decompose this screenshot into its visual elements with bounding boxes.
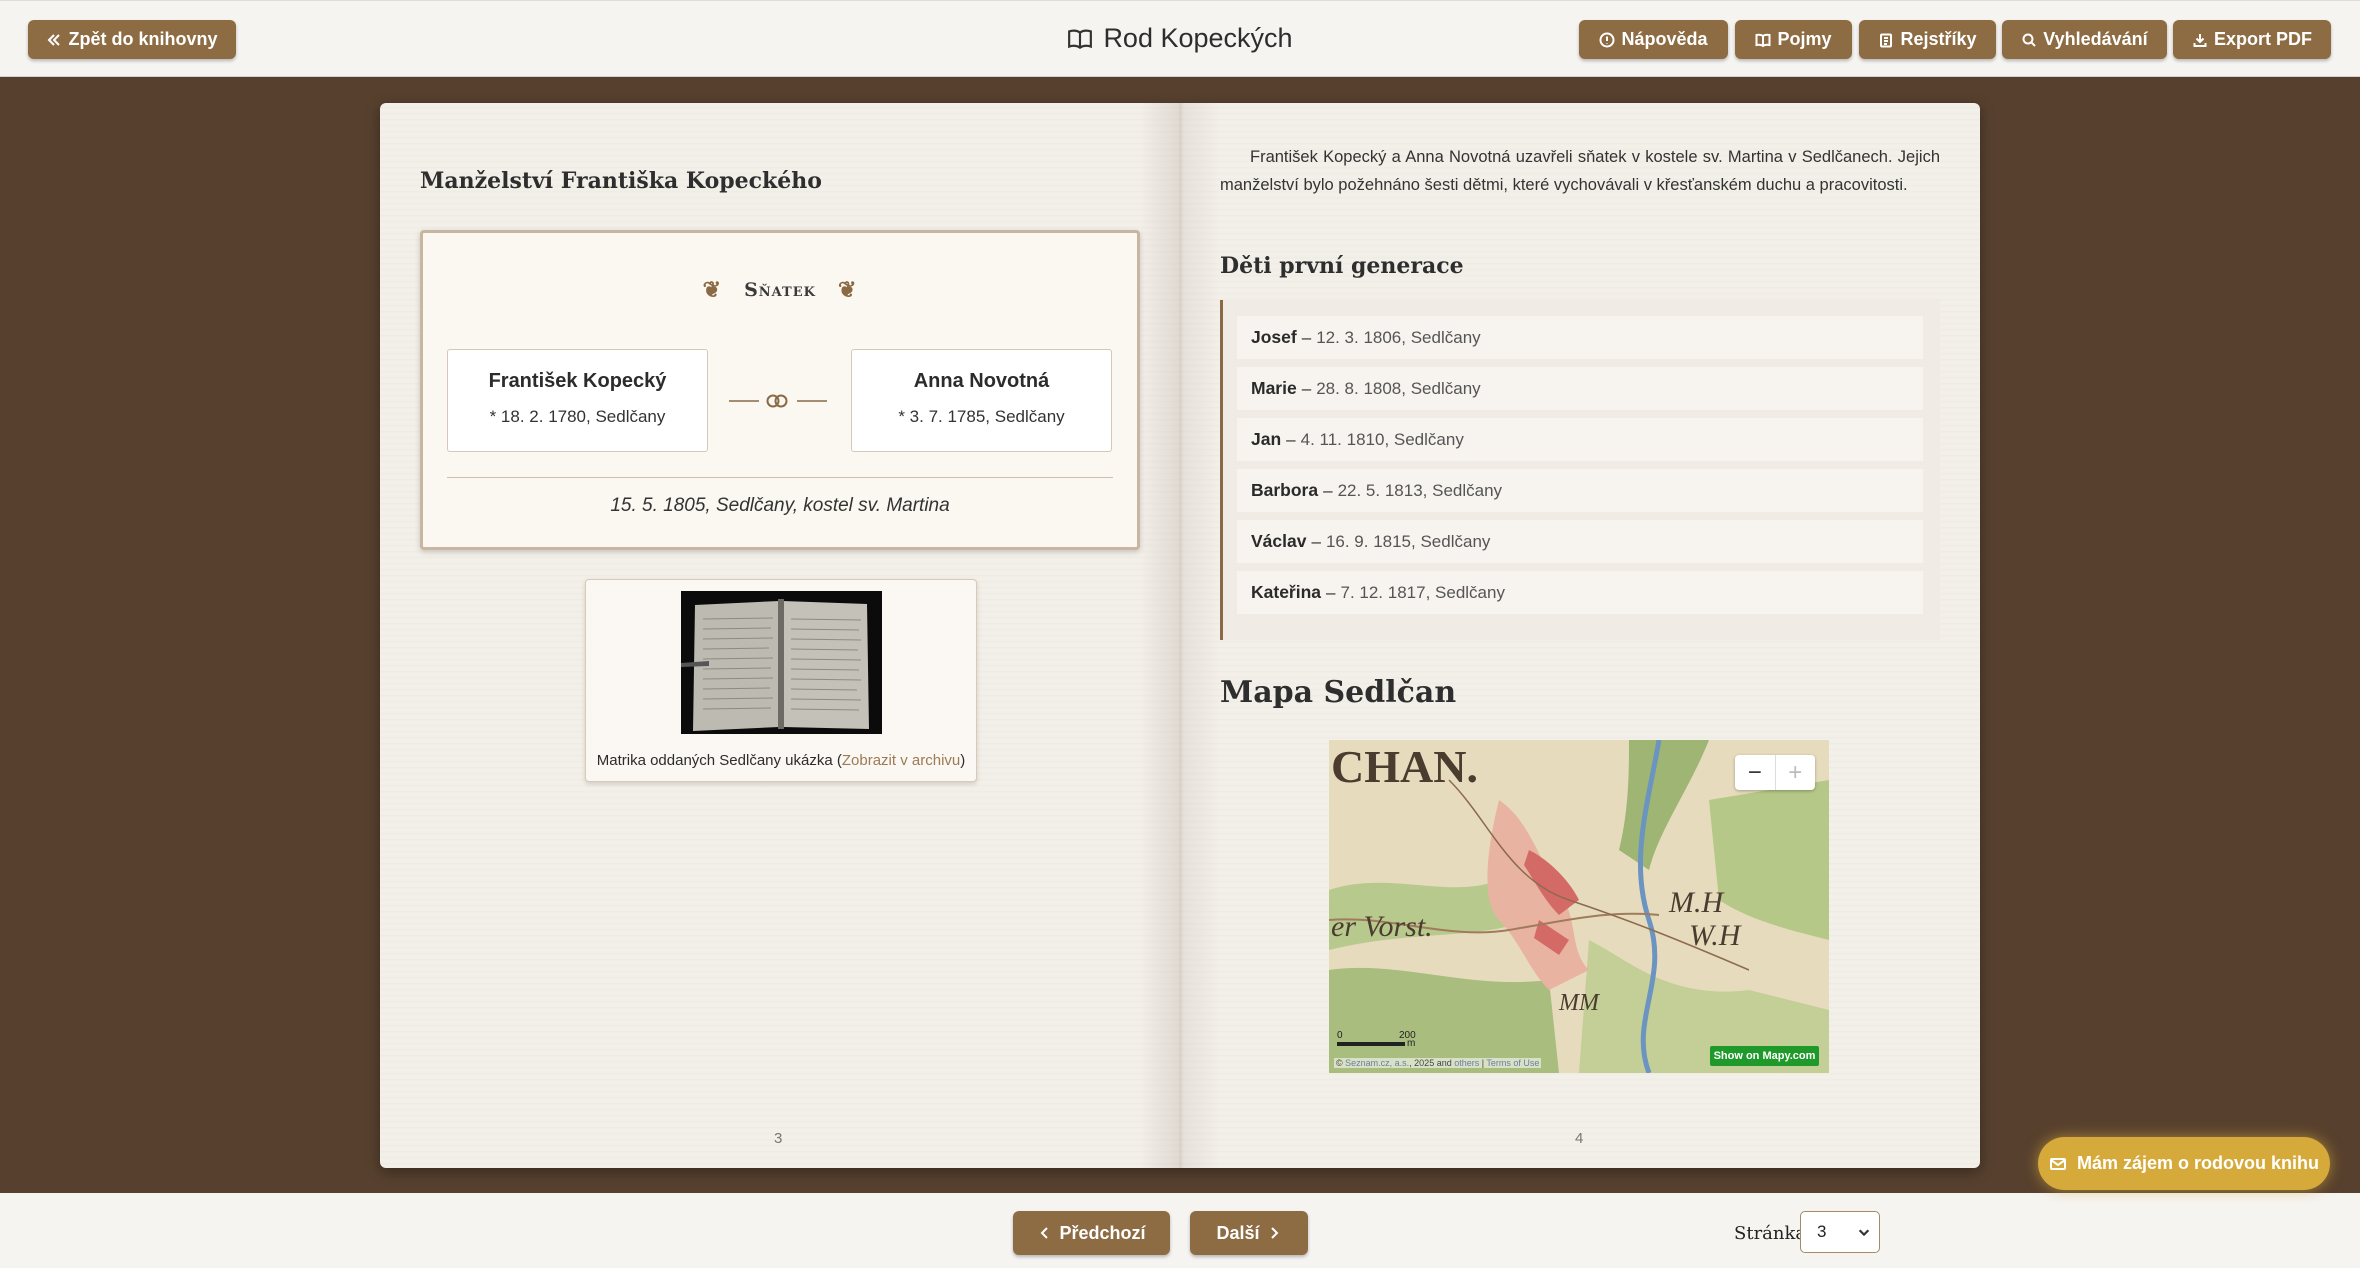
map-scale: 0 200 m	[1335, 1030, 1416, 1050]
child-item: Barbora –22. 5. 1813, Sedlčany	[1237, 469, 1923, 512]
wife-card[interactable]: Anna Novotná * 3. 7. 1785, Sedlčany	[851, 349, 1112, 452]
right-page: František Kopecký a Anna Novotná uzavřel…	[1180, 103, 1980, 1168]
svg-text:M.H: M.H	[1668, 886, 1725, 919]
page-number-right: 4	[1575, 1130, 1584, 1147]
page-select[interactable]: 3	[1800, 1211, 1880, 1253]
card-divider	[447, 477, 1113, 478]
bottom-bar: Předchozí Další Stránka 3	[0, 1193, 2360, 1268]
child-info: 4. 11. 1810, Sedlčany	[1300, 429, 1464, 449]
left-page: Manželství Františka Kopeckého ❦ Sňatek …	[380, 103, 1180, 1168]
next-label: Další	[1216, 1222, 1260, 1243]
child-item: Jan –4. 11. 1810, Sedlčany	[1237, 418, 1923, 461]
search-label: Vyhledávání	[2043, 29, 2148, 49]
map-zoom-controls: − +	[1735, 755, 1815, 790]
archive-link[interactable]: Zobrazit v archivu	[842, 752, 960, 769]
chevron-right-icon	[1270, 1227, 1278, 1239]
child-info: 22. 5. 1813, Sedlčany	[1337, 480, 1503, 500]
download-icon	[2193, 33, 2207, 47]
zoom-in-button[interactable]: +	[1774, 755, 1816, 790]
book-spread: Manželství Františka Kopeckého ❦ Sňatek …	[380, 103, 1980, 1168]
child-info: 16. 9. 1815, Sedlčany	[1325, 531, 1491, 551]
open-book-icon	[1068, 29, 1093, 49]
husband-card[interactable]: František Kopecký * 18. 2. 1780, Sedlčan…	[447, 349, 708, 452]
fleuron-icon: ❦	[837, 277, 858, 303]
child-info: 28. 8. 1808, Sedlčany	[1316, 378, 1481, 398]
export-pdf-label: Export PDF	[2213, 29, 2312, 49]
copyright-mid: , 2025 and	[1409, 1058, 1455, 1068]
child-item: Kateřina –7. 12. 1817, Sedlčany	[1237, 571, 1923, 614]
index-label: Rejstříky	[1900, 29, 1977, 49]
section-heading: Manželství Františka Kopeckého	[420, 168, 822, 194]
help-label: Nápověda	[1621, 29, 1708, 49]
marriage-label-text: Sňatek	[744, 279, 816, 301]
fleuron-icon: ❦	[702, 277, 723, 303]
clipboard-list-icon	[1880, 33, 1893, 47]
svg-text:MM: MM	[1558, 990, 1601, 1016]
svg-text:CHAN.: CHAN.	[1331, 741, 1478, 792]
register-caption-end: )	[960, 752, 966, 769]
wife-birth: * 3. 7. 1785, Sedlčany	[898, 407, 1065, 426]
next-page-button[interactable]: Další	[1190, 1211, 1308, 1255]
child-item: Marie –28. 8. 1808, Sedlčany	[1237, 367, 1923, 410]
child-info: 12. 3. 1806, Sedlčany	[1316, 327, 1481, 347]
search-icon	[2022, 33, 2037, 47]
husband-birth: * 18. 2. 1780, Sedlčany	[489, 407, 666, 426]
husband-name: František Kopecký	[488, 370, 667, 392]
previous-label: Předchozí	[1059, 1222, 1146, 1243]
page-number-left: 3	[774, 1130, 783, 1147]
child-name: Kateřina	[1251, 582, 1322, 602]
register-photo[interactable]	[681, 591, 882, 734]
zoom-out-button[interactable]: −	[1735, 755, 1775, 790]
child-name: Josef	[1251, 327, 1297, 347]
show-on-mapy-button[interactable]: Show on Mapy.com	[1710, 1046, 1819, 1066]
child-name: Barbora	[1251, 480, 1319, 500]
register-caption: Matrika oddaných Sedlčany ukázka (Zobraz…	[586, 752, 976, 769]
search-button[interactable]: Vyhledávání	[2002, 20, 2167, 59]
chevron-left-icon	[1041, 1227, 1049, 1239]
marriage-label: ❦ Sňatek ❦	[423, 277, 1137, 303]
top-bar: Zpět do knihovny Rod Kopeckých Nápověda …	[0, 0, 2360, 77]
map-heading: Mapa Sedlčan	[1220, 675, 1457, 710]
book-icon	[1755, 33, 1771, 47]
historical-map[interactable]: CHAN. er Vorst. M.H W.H MM − + 0 200 m ©…	[1329, 740, 1829, 1073]
marriage-details: 15. 5. 1805, Sedlčany, kostel sv. Martin…	[610, 495, 950, 516]
export-pdf-button[interactable]: Export PDF	[2173, 20, 2331, 59]
interest-in-book-button[interactable]: Mám zájem o rodovou knihu	[2038, 1137, 2330, 1190]
child-info: 7. 12. 1817, Sedlčany	[1340, 582, 1505, 602]
info-circle-icon	[1599, 32, 1615, 47]
copyright-prefix: ©	[1336, 1058, 1346, 1068]
scale-zero: 0	[1337, 1030, 1343, 1041]
page-select-label: Stránka	[1734, 1223, 1807, 1244]
interest-label: Mám zájem o rodovou knihu	[2076, 1153, 2320, 1173]
help-button[interactable]: Nápověda	[1579, 20, 1728, 59]
wife-name: Anna Novotná	[913, 370, 1050, 392]
svg-text:W.H: W.H	[1689, 919, 1743, 952]
previous-page-button[interactable]: Předchozí	[1013, 1211, 1170, 1255]
chevron-down-icon	[1858, 1229, 1870, 1237]
intro-paragraph: František Kopecký a Anna Novotná uzavřel…	[1220, 148, 1940, 194]
terms-label: Pojmy	[1777, 29, 1832, 49]
child-name: Václav	[1251, 531, 1307, 551]
scale-unit: m	[1407, 1038, 1416, 1049]
child-name: Jan	[1251, 429, 1282, 449]
child-item: Václav –16. 9. 1815, Sedlčany	[1237, 520, 1923, 563]
children-heading: Děti první generace	[1220, 253, 1464, 279]
wedding-rings-icon	[729, 394, 827, 408]
register-caption-text: Matrika oddaných Sedlčany ukázka (	[596, 752, 842, 769]
terms-button[interactable]: Pojmy	[1735, 20, 1852, 59]
index-button[interactable]: Rejstříky	[1859, 20, 1996, 59]
map-copyright: © Seznam.cz, a.s., 2025 and others | Ter…	[1334, 1058, 1542, 1068]
mail-icon	[2049, 1157, 2066, 1170]
book-title-text: Rod Kopeckých	[1103, 23, 1293, 53]
svg-text:er Vorst.: er Vorst.	[1331, 910, 1433, 943]
child-name: Marie	[1251, 378, 1297, 398]
register-card: Matrika oddaných Sedlčany ukázka (Zobraz…	[585, 579, 977, 782]
copyright-others-link[interactable]: others	[1454, 1058, 1479, 1068]
child-item: Josef –12. 3. 1806, Sedlčany	[1237, 316, 1923, 359]
terms-of-use-link[interactable]: Terms of Use	[1486, 1058, 1539, 1068]
marriage-card: ❦ Sňatek ❦ František Kopecký * 18. 2. 17…	[420, 230, 1140, 550]
page-select-value: 3	[1817, 1222, 1827, 1241]
copyright-seznam-link[interactable]: Seznam.cz, a.s.	[1345, 1058, 1409, 1068]
children-list: Josef –12. 3. 1806, Sedlčany Marie –28. 8.…	[1220, 300, 1940, 640]
